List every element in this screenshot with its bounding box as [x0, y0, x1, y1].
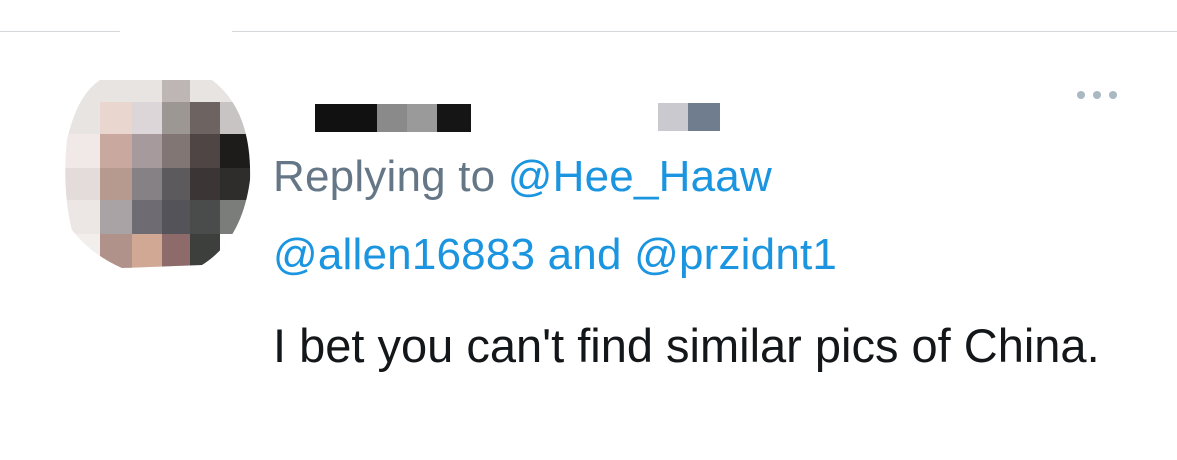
- username-redacted: [658, 103, 720, 131]
- mention-link[interactable]: @przidnt1: [634, 230, 837, 279]
- mention-link[interactable]: @Hee_Haaw: [508, 152, 772, 201]
- avatar[interactable]: [62, 70, 252, 270]
- tweet-text: I bet you can't find similar pics of Chi…: [273, 319, 1100, 372]
- and-others-label[interactable]: and: [548, 230, 622, 279]
- mention-link[interactable]: @allen16883: [273, 230, 535, 279]
- more-options-icon[interactable]: [1072, 82, 1122, 108]
- display-name-redacted: [315, 104, 471, 132]
- replying-to-line-2: @allen16883 and @przidnt1: [273, 225, 837, 285]
- replying-to-label: Replying to: [273, 152, 496, 201]
- top-divider-right: [232, 31, 1177, 32]
- top-divider-left: [0, 31, 120, 32]
- replying-to-line: Replying to @Hee_Haaw: [273, 147, 772, 207]
